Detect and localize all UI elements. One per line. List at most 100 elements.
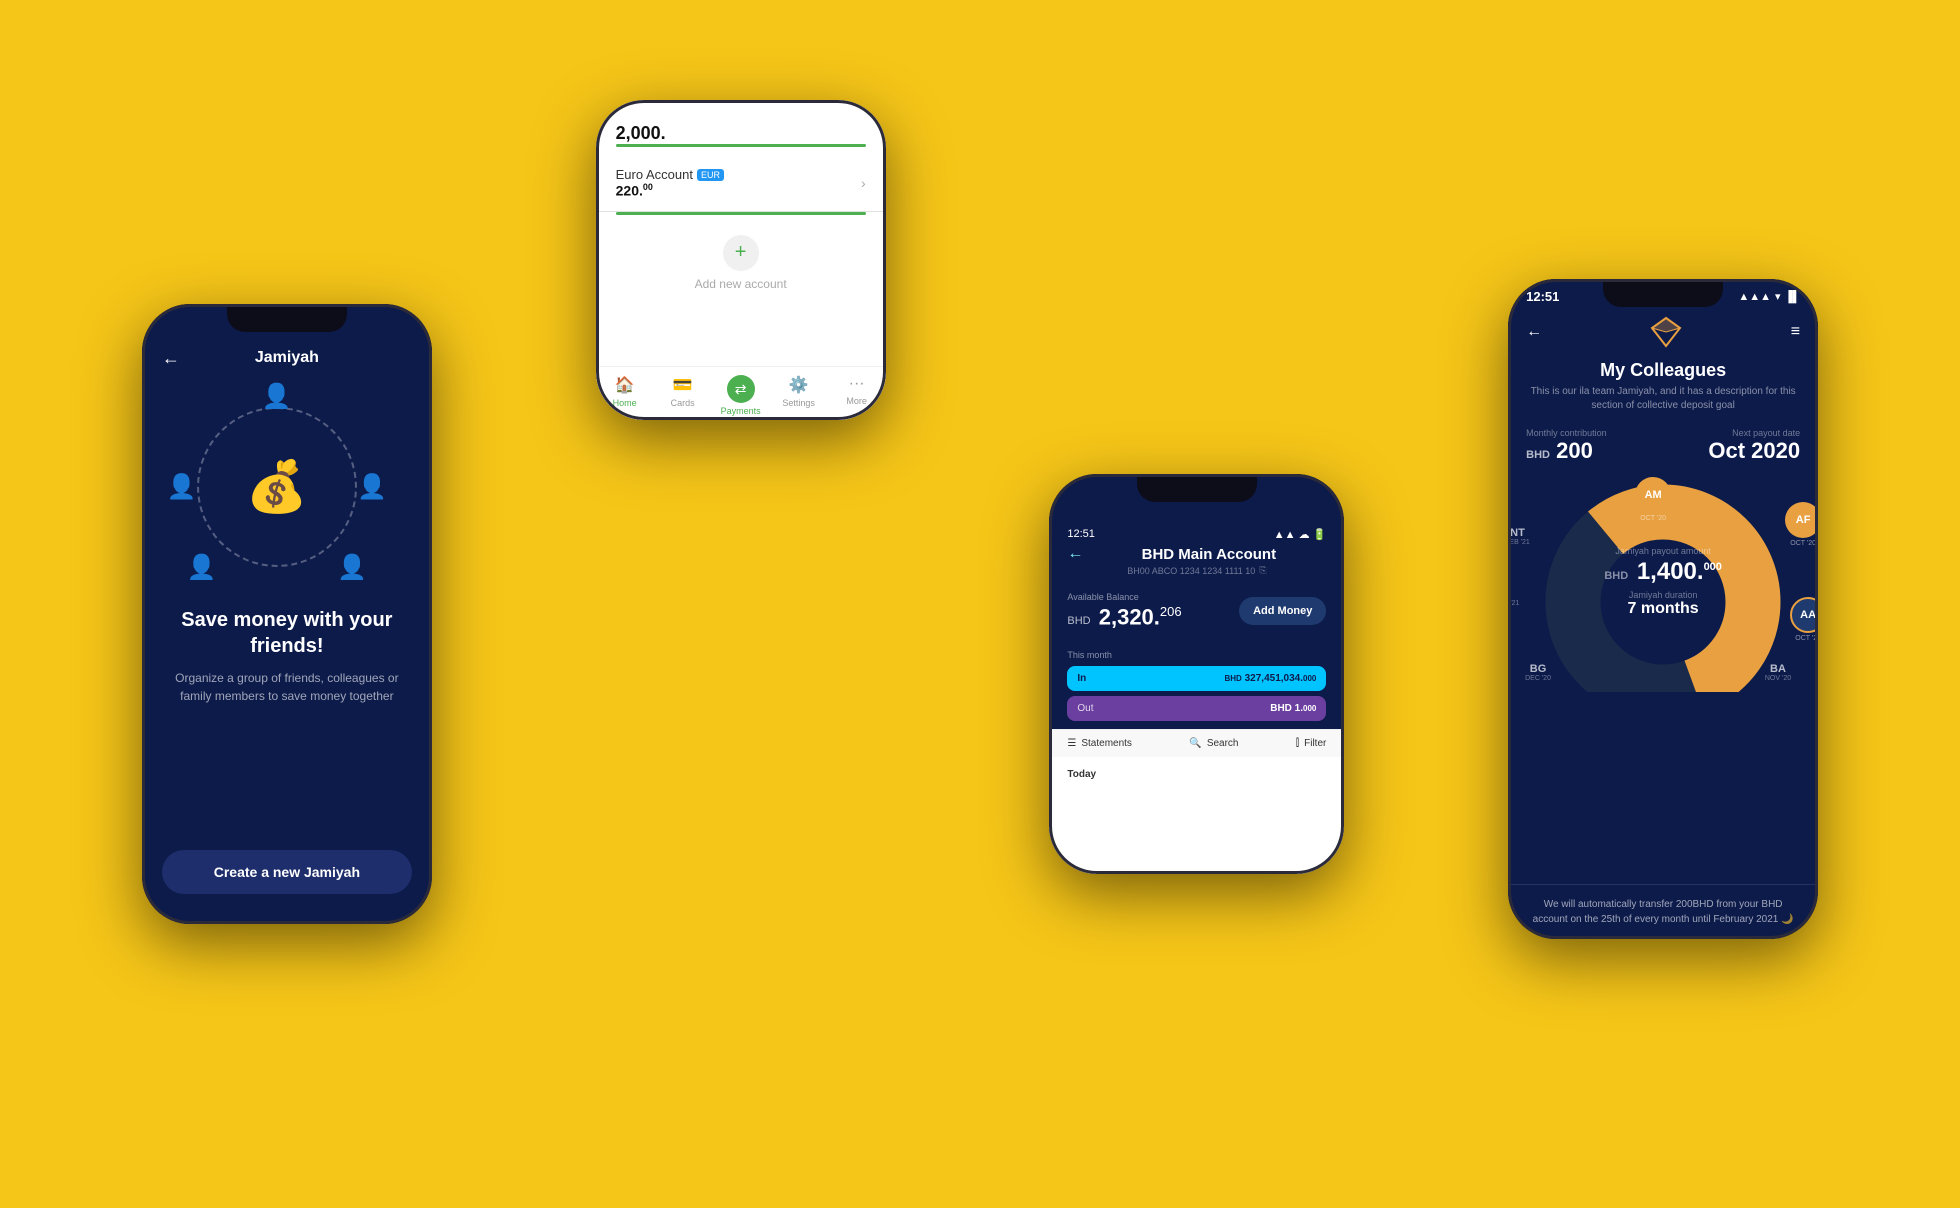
nav-settings[interactable]: ⚙️ Settings <box>770 375 828 416</box>
person-top: 👤 <box>262 382 292 411</box>
duration-label: Jamiyah duration <box>1604 590 1722 600</box>
bubble-am-group: AM OCT '20 <box>1635 477 1671 522</box>
p3-balance-label: Available Balance <box>1067 592 1181 602</box>
white-section: Today <box>1049 757 1344 874</box>
bubble-nt: NT <box>1510 527 1525 539</box>
p3-time: 12:51 <box>1067 528 1095 541</box>
p3-account-num-row: BH00 ABCO 1234 1234 1111 10 ⎘ <box>1049 565 1344 584</box>
phone-notch-3 <box>1137 474 1257 502</box>
in-amount: BHD 327,451,034.000 <box>1225 673 1317 684</box>
bubble-bg: BG <box>1530 663 1547 675</box>
p3-copy-icon: ⎘ <box>1259 565 1266 576</box>
statements-icon: ☰ <box>1067 738 1076 749</box>
screen-4: 12:51 ▲▲▲ ▾ ▐▌ ← ≡ My Colleagues <box>1508 279 1818 939</box>
p4-nav-row: ← ≡ <box>1508 309 1818 355</box>
p3-balance-amount: BHD 2,320.206 <box>1067 604 1181 630</box>
top-bar-1: ← Jamiyah <box>162 349 412 367</box>
person-bottom-left: 👤 <box>187 553 217 582</box>
colleagues-desc: This is our ila team Jamiyah, and it has… <box>1526 385 1800 413</box>
euro-balance: 220.00 <box>616 182 724 199</box>
phone-notch-1 <box>227 304 347 332</box>
bubble-ba-date: NOV '20 <box>1765 675 1791 682</box>
p4-status-icons: ▲▲▲ ▾ ▐▌ <box>1738 290 1800 303</box>
diamond-icon <box>1648 314 1684 350</box>
euro-account-item[interactable]: Euro Account EUR 220.00 › <box>596 155 886 212</box>
statements-item[interactable]: ☰ Statements <box>1067 738 1132 749</box>
nav-settings-label: Settings <box>782 398 815 408</box>
screen-1: ← Jamiyah 💰 👤 👤 👤 👤 👤 Save money with yo… <box>142 304 432 924</box>
in-label: In <box>1077 673 1086 684</box>
footer-text: We will automatically transfer 200BHD fr… <box>1508 884 1818 939</box>
nav-payments[interactable]: ⇄ Payments <box>712 375 770 416</box>
add-account-icon: + <box>723 235 759 271</box>
nav-more[interactable]: ··· More <box>828 375 886 416</box>
bubble-r-date: JAN '21 <box>1508 600 1519 607</box>
battery-icon: ▐▌ <box>1785 291 1801 303</box>
bottom-nav-2: 🏠 Home 💳 Cards ⇄ Payments ⚙️ Settings ··… <box>596 366 886 420</box>
p3-title-text: BHD Main Account <box>1091 546 1326 563</box>
people-circle: 💰 👤 👤 👤 👤 👤 <box>177 387 377 587</box>
bubble-am-date: OCT '20 <box>1640 515 1666 522</box>
in-bar: In BHD 327,451,034.000 <box>1067 666 1326 691</box>
create-jamiyah-button[interactable]: Create a new Jamiyah <box>162 850 412 894</box>
bubble-am: AM <box>1635 477 1671 513</box>
p3-balance-info: Available Balance BHD 2,320.206 <box>1067 592 1181 630</box>
bubble-ba-group: BA NOV '20 <box>1765 663 1791 682</box>
person-bottom-right: 👤 <box>337 553 367 582</box>
screen-3: 12:51 ▲▲ ☁ 🔋 ← BHD Main Account BH00 ABC… <box>1049 474 1344 874</box>
search-icon: 🔍 <box>1189 738 1201 749</box>
statements-label: Statements <box>1081 738 1132 749</box>
p4-back-icon[interactable]: ← <box>1526 323 1542 341</box>
nav-cards[interactable]: 💳 Cards <box>654 375 712 416</box>
search-label: Search <box>1207 738 1239 749</box>
p3-status-bar: 12:51 ▲▲ ☁ 🔋 <box>1049 514 1344 545</box>
donut-chart-area: Jamiyah payout amount BHD 1,400.000 Jami… <box>1508 472 1818 692</box>
add-money-button[interactable]: Add Money <box>1239 597 1326 625</box>
eur-badge: EUR <box>697 169 724 181</box>
p3-header-row: ← BHD Main Account <box>1049 545 1344 563</box>
bubble-r: R <box>1508 588 1511 600</box>
filter-item[interactable]: ⫿ Filter <box>1296 738 1326 749</box>
euro-chevron-icon: › <box>861 175 866 191</box>
signal-icon: ▲▲▲ <box>1738 291 1771 303</box>
bubble-af-date: OCT '20 <box>1790 540 1816 547</box>
nav-more-label: More <box>846 396 867 406</box>
nav-home[interactable]: 🏠 Home <box>596 375 654 416</box>
jamiyah-title: Jamiyah <box>255 349 319 367</box>
p3-back-icon[interactable]: ← <box>1067 545 1083 563</box>
search-item[interactable]: 🔍 Search <box>1189 738 1238 749</box>
payments-icon: ⇄ <box>727 375 755 403</box>
filter-label: Filter <box>1304 738 1326 749</box>
colleagues-title: My Colleagues <box>1526 360 1800 381</box>
bubble-af: AF <box>1785 502 1818 538</box>
person-left: 👤 <box>167 473 197 502</box>
wifi-icon: ▾ <box>1775 290 1781 303</box>
green-bar-1 <box>616 144 866 147</box>
back-arrow-icon[interactable]: ← <box>162 348 180 369</box>
out-label: Out <box>1077 703 1093 714</box>
this-month-label: This month <box>1067 650 1326 660</box>
p3-status-icons: ▲▲ ☁ 🔋 <box>1274 528 1327 541</box>
home-icon: 🏠 <box>615 375 635 395</box>
bubble-nt-group: NT FEB '21 <box>1508 527 1530 546</box>
settings-icon: ⚙️ <box>789 375 809 395</box>
add-account-section[interactable]: + Add new account <box>596 215 886 311</box>
main-balance: 2,000. <box>596 115 886 144</box>
jamiyah-illustration: 💰 👤 👤 👤 👤 👤 <box>177 387 397 587</box>
payout-label: Jamiyah payout amount <box>1604 546 1722 556</box>
money-bag-icon: 💰 <box>246 458 308 517</box>
p4-content: My Colleagues This is our ila team Jamiy… <box>1508 355 1818 472</box>
add-account-label: Add new account <box>695 277 787 291</box>
out-bar: Out BHD 1.000 <box>1067 696 1326 721</box>
euro-account-name: Euro Account EUR <box>616 167 724 182</box>
p4-time: 12:51 <box>1526 289 1559 304</box>
out-amount: BHD 1.000 <box>1270 703 1316 714</box>
more-icon: ··· <box>849 375 865 393</box>
hamburger-icon[interactable]: ≡ <box>1791 323 1800 341</box>
euro-account-info: Euro Account EUR 220.00 <box>616 167 724 199</box>
bubble-bg-date: DEC '20 <box>1525 675 1551 682</box>
bubble-bg-group: BG DEC '20 <box>1525 663 1551 682</box>
cards-icon: 💳 <box>673 375 693 395</box>
p3-balance-section: Available Balance BHD 2,320.206 Add Mone… <box>1049 584 1344 642</box>
subtitle-text: Organize a group of friends, colleagues … <box>162 669 412 705</box>
